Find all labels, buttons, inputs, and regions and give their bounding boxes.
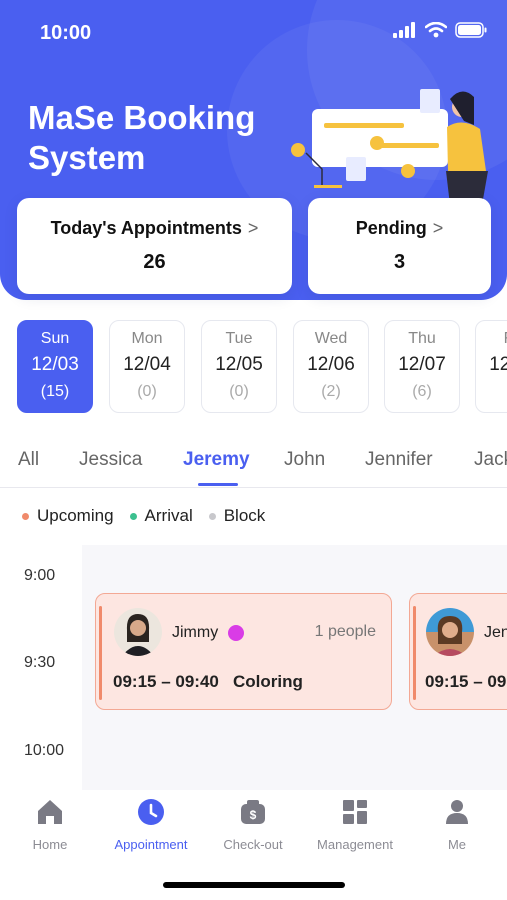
appointment-service: Coloring — [233, 672, 303, 691]
date-item[interactable]: Tue 12/05 (0) — [201, 320, 277, 413]
chevron-right-icon: > — [432, 218, 444, 238]
appointment-card[interactable]: Jimmy 1 people 09:15 – 09:40 Coloring — [95, 593, 392, 710]
date-item[interactable]: Mon 12/04 (0) — [109, 320, 185, 413]
app-title: MaSe Booking System — [28, 99, 256, 176]
date-item[interactable]: Sun 12/03 (15) — [17, 320, 93, 413]
date-weekday: Thu — [408, 330, 436, 347]
date-day: 12/03 — [31, 354, 79, 375]
status-legend: Upcoming Arrival Block — [22, 506, 265, 526]
tab-jennifer[interactable]: Jennifer — [365, 449, 433, 471]
time-label: 9:00 — [24, 567, 56, 584]
date-count: (6) — [412, 383, 432, 400]
pending-card[interactable]: Pending > 3 — [308, 198, 491, 294]
booking-illustration — [291, 89, 488, 205]
status-icons — [393, 22, 487, 38]
vip-badge-icon — [228, 625, 244, 641]
date-strip: Sun 12/03 (15) Mon 12/04 (0) Tue 12/05 (… — [17, 318, 507, 414]
date-day: 12/04 — [123, 354, 171, 375]
upcoming-dot-icon — [22, 512, 29, 520]
tab-label: Management — [317, 837, 393, 852]
schedule-grid[interactable]: 9:00 9:30 10:00 Jimmy 1 people 09:15 – 0… — [0, 545, 507, 790]
date-count: (2) — [321, 383, 341, 400]
tab-label: Check-out — [223, 837, 283, 852]
date-day: 12/05 — [215, 354, 263, 375]
appointment-card[interactable]: Jen 09:15 – 09 — [409, 593, 507, 710]
svg-text:$: $ — [250, 808, 257, 822]
tab-label: Home — [32, 837, 68, 852]
wallet-icon: $ — [241, 800, 265, 824]
pending-label: Pending > — [355, 218, 444, 238]
client-name: Jen — [484, 624, 507, 641]
active-tab-indicator — [198, 483, 238, 486]
appointment-time: 09:15 – 09:40 — [113, 672, 219, 691]
status-bar-upcoming — [99, 606, 102, 700]
date-weekday: Fri — [476, 330, 507, 348]
legend-arrival: Arrival — [129, 506, 193, 526]
tab-jack[interactable]: Jack — [474, 449, 507, 471]
date-item[interactable]: Wed 12/06 (2) — [293, 320, 369, 413]
avatar — [426, 608, 474, 656]
people-count: 1 people — [314, 623, 376, 640]
date-item[interactable]: Fri 12/08 — [475, 320, 507, 413]
today-appointments-count: 26 — [143, 251, 166, 273]
legend-label: Block — [223, 506, 266, 525]
date-count: (0) — [137, 383, 157, 400]
arrival-dot-icon — [129, 512, 137, 520]
block-dot-icon — [208, 512, 216, 520]
chevron-right-icon: > — [247, 218, 259, 238]
date-weekday: Sun — [40, 330, 70, 347]
date-weekday: Mon — [131, 330, 163, 347]
tab-jeremy[interactable]: Jeremy — [183, 449, 250, 471]
client-name: Jimmy — [172, 624, 219, 641]
date-weekday: Tue — [225, 330, 253, 347]
tab-label: Appointment — [114, 837, 188, 852]
tab-jessica[interactable]: Jessica — [79, 449, 142, 471]
tab-label: Me — [447, 837, 467, 852]
time-label: 9:30 — [24, 654, 56, 671]
pending-count: 3 — [393, 251, 406, 273]
date-day: 12/07 — [398, 354, 446, 375]
grid-icon — [343, 800, 367, 824]
legend-label: Upcoming — [37, 506, 114, 525]
status-time: 10:00 — [40, 22, 92, 44]
tab-john[interactable]: John — [284, 449, 325, 471]
tab-appointment[interactable]: Appointment — [101, 796, 201, 852]
status-bar-upcoming — [413, 606, 416, 700]
tab-management[interactable]: Management — [305, 796, 405, 852]
legend-label: Arrival — [144, 506, 193, 525]
tab-home[interactable]: Home — [0, 796, 100, 852]
today-appointments-label: Today's Appointments > — [50, 218, 259, 238]
legend-block: Block — [208, 506, 266, 526]
time-label: 10:00 — [24, 742, 65, 759]
tab-checkout[interactable]: $ Check-out — [203, 796, 303, 852]
today-appointments-card[interactable]: Today's Appointments > 26 — [17, 198, 292, 294]
appointment-time: 09:15 – 09 — [425, 672, 507, 691]
staff-tabs: All Jessica Jeremy John Jennifer Jack — [0, 440, 507, 488]
date-day: 12/06 — [307, 354, 355, 375]
time-column: 9:00 9:30 10:00 — [0, 545, 82, 790]
legend-upcoming: Upcoming — [22, 506, 114, 526]
avatar — [114, 608, 162, 656]
clock-icon — [138, 799, 164, 825]
signal-icon — [393, 22, 415, 38]
tab-all[interactable]: All — [18, 449, 39, 471]
date-count: (0) — [229, 383, 249, 400]
wifi-icon — [425, 22, 447, 38]
date-item[interactable]: Thu 12/07 (6) — [384, 320, 460, 413]
date-count: (15) — [40, 383, 70, 400]
tab-me[interactable]: Me — [407, 796, 507, 852]
person-icon — [446, 800, 468, 824]
home-indicator — [163, 882, 345, 888]
battery-icon — [455, 22, 487, 38]
date-weekday: Wed — [314, 330, 348, 347]
home-icon — [38, 800, 62, 824]
date-day: 12/08 — [489, 354, 507, 375]
